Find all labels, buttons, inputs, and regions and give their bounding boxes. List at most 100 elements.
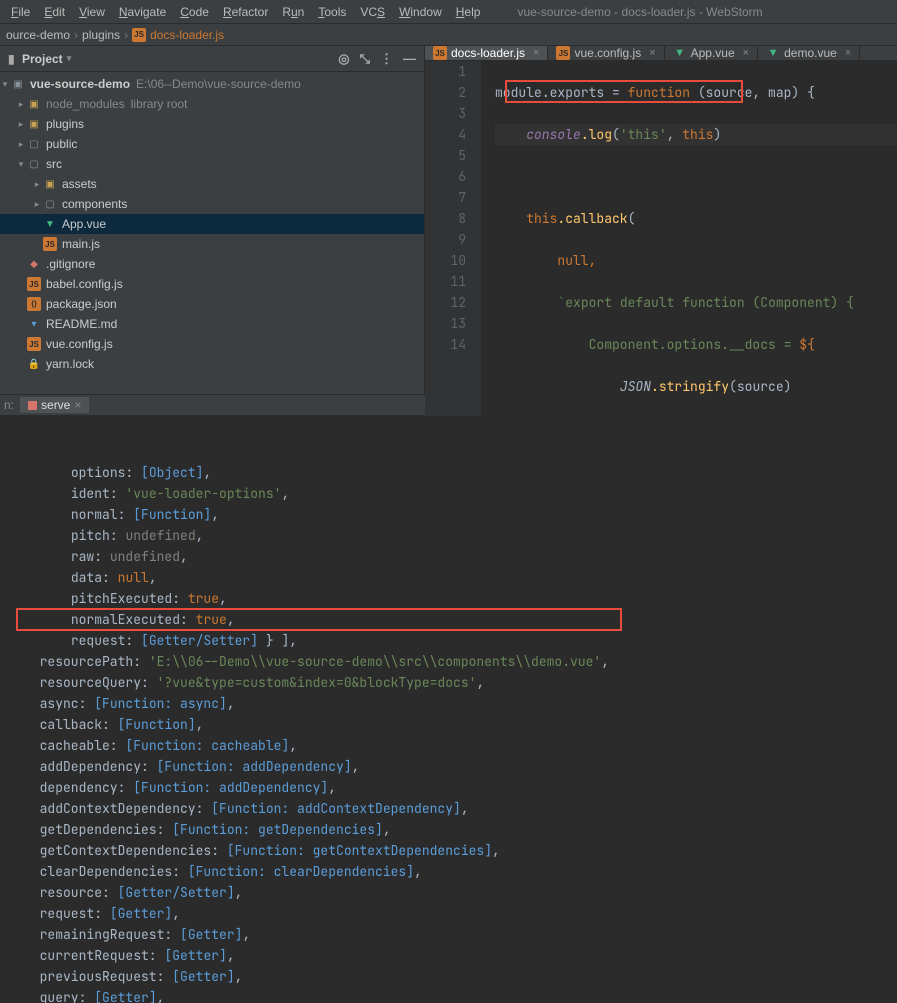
collapse-icon[interactable]: ⤡ [360, 51, 370, 67]
terminal-output[interactable]: options: [Object], ident: 'vue-loader-op… [0, 416, 897, 1003]
line-number: 12 [425, 292, 466, 313]
tree-arrow-icon[interactable]: ▸ [32, 199, 42, 210]
tree-row[interactable]: ▸▣ assets [0, 174, 424, 194]
menu-file[interactable]: File [4, 5, 37, 19]
terminal-line: getDependencies: [Function: getDependenc… [24, 819, 897, 840]
editor-tab[interactable]: JSdocs-loader.js× [425, 46, 548, 60]
menu-run[interactable]: Run [275, 5, 311, 19]
tree-row[interactable]: ▸▣node_moduleslibrary root [0, 94, 424, 114]
run-tab-serve[interactable]: serve × [20, 397, 89, 413]
tree-arrow-icon[interactable]: ▾ [16, 159, 26, 170]
tree-label: README.md [46, 317, 117, 331]
tree-label: App.vue [62, 217, 106, 231]
js-file-icon: JS [132, 28, 146, 42]
tree-row[interactable]: ▾▢src [0, 154, 424, 174]
terminal-line: pitchExecuted: true, [24, 588, 897, 609]
target-icon[interactable]: ◎ [338, 51, 349, 67]
tree-label: package.json [46, 297, 117, 311]
terminal-line: query: [Getter], [24, 987, 897, 1003]
tree-row[interactable]: ▾ README.md [0, 314, 424, 334]
menu-view[interactable]: View [72, 5, 112, 19]
breadcrumb-part[interactable]: plugins [82, 28, 120, 42]
menu-tools[interactable]: Tools [311, 5, 353, 19]
tree-label: babel.config.js [46, 277, 123, 291]
menu-code[interactable]: Code [173, 5, 216, 19]
terminal-line: normalExecuted: true, [24, 609, 897, 630]
tree-extra: library root [131, 97, 188, 111]
breadcrumb-part[interactable]: ource-demo [6, 28, 70, 42]
more-icon[interactable]: ⋮ [380, 51, 393, 67]
tree-arrow-icon[interactable]: ▸ [32, 179, 42, 190]
line-number: 4 [425, 124, 466, 145]
js-file-icon: JS [26, 337, 42, 351]
menu-refactor[interactable]: Refactor [216, 5, 275, 19]
chevron-down-icon[interactable]: ▾ [67, 53, 72, 64]
tree-arrow-icon[interactable]: ▸ [16, 119, 26, 130]
terminal-line-highlighted: resourcePath: 'E:\\06--Demo\\vue-source-… [24, 651, 897, 672]
close-icon[interactable]: × [845, 47, 851, 59]
folder-icon: ▢ [26, 137, 42, 151]
terminal-line: previousRequest: [Getter], [24, 966, 897, 987]
tree-arrow-icon[interactable]: ▸ [16, 99, 26, 110]
close-icon[interactable]: × [533, 47, 539, 59]
tree-label: public [46, 137, 77, 151]
line-number: 6 [425, 166, 466, 187]
lock-icon: 🔒 [26, 357, 42, 371]
tree-row[interactable]: JSvue.config.js [0, 334, 424, 354]
run-label: n: [4, 398, 14, 412]
minimize-icon[interactable]: — [403, 51, 416, 66]
editor-tab[interactable]: ▼ demo.vue × [758, 46, 860, 60]
js-file-icon: JS [26, 277, 42, 291]
breadcrumb-file[interactable]: docs-loader.js [150, 28, 224, 42]
tree-row[interactable]: ▸▢ public [0, 134, 424, 154]
line-number: 2 [425, 82, 466, 103]
terminal-line: data: null, [24, 567, 897, 588]
close-icon[interactable]: × [743, 47, 749, 59]
project-icon: ▮ [8, 52, 18, 66]
project-tree[interactable]: ▾ ▣ vue-source-demo E:\06--Demo\vue-sour… [0, 72, 424, 374]
tree-row[interactable]: {}package.json [0, 294, 424, 314]
terminal-line: raw: undefined, [24, 546, 897, 567]
tree-row[interactable]: JS babel.config.js [0, 274, 424, 294]
close-icon[interactable]: × [649, 47, 655, 59]
tab-label: demo.vue [784, 46, 837, 60]
sidebar-title[interactable]: Project [22, 52, 63, 66]
tree-root[interactable]: ▾ ▣ vue-source-demo E:\06--Demo\vue-sour… [0, 74, 424, 94]
close-icon[interactable]: × [74, 398, 81, 412]
tree-row[interactable]: ▸▢ components [0, 194, 424, 214]
menu-edit[interactable]: Edit [37, 5, 72, 19]
md-file-icon: ▾ [26, 317, 42, 331]
terminal-line: clearDependencies: [Function: clearDepen… [24, 861, 897, 882]
tree-row[interactable]: ◆.gitignore [0, 254, 424, 274]
tree-label: plugins [46, 117, 84, 131]
editor-area: JSdocs-loader.js×JSvue.config.js×▼App.vu… [425, 46, 897, 394]
line-number: 11 [425, 271, 466, 292]
project-sidebar: ▮ Project ▾ ◎ ⤡ ⋮ — ▾ ▣ vue-source-demo … [0, 46, 425, 394]
tree-label: assets [62, 177, 97, 191]
tree-row[interactable]: ▸▣plugins [0, 114, 424, 134]
editor-tab[interactable]: ▼App.vue× [665, 46, 758, 60]
tree-label: .gitignore [46, 257, 95, 271]
editor-tab[interactable]: JSvue.config.js× [548, 46, 664, 60]
terminal-line: addDependency: [Function: addDependency]… [24, 756, 897, 777]
tree-row[interactable]: JSmain.js [0, 234, 424, 254]
menu-vcs[interactable]: VCS [353, 5, 392, 19]
folder-icon: ▣ [10, 77, 26, 91]
menu-window[interactable]: Window [392, 5, 449, 19]
menu-help[interactable]: Help [449, 5, 488, 19]
terminal-line: addContextDependency: [Function: addCont… [24, 798, 897, 819]
terminal-line: request: [Getter/Setter] } ], [24, 630, 897, 651]
menubar: File Edit View Navigate Code Refactor Ru… [0, 0, 897, 24]
folder-icon: ▣ [42, 177, 58, 191]
menu-navigate[interactable]: Navigate [112, 5, 173, 19]
folder-icon: ▣ [26, 97, 42, 111]
tree-arrow-icon[interactable]: ▸ [16, 139, 26, 150]
terminal-line: options: [Object], [24, 462, 897, 483]
tree-label: components [62, 197, 127, 211]
folder-icon: ▢ [42, 197, 58, 211]
vue-file-icon: ▼ [766, 46, 780, 60]
vue-file-icon: ▼ [42, 217, 58, 231]
tree-row[interactable]: 🔒yarn.lock [0, 354, 424, 374]
js-file-icon: JS [556, 46, 570, 60]
tree-row[interactable]: ▼ App.vue [0, 214, 424, 234]
